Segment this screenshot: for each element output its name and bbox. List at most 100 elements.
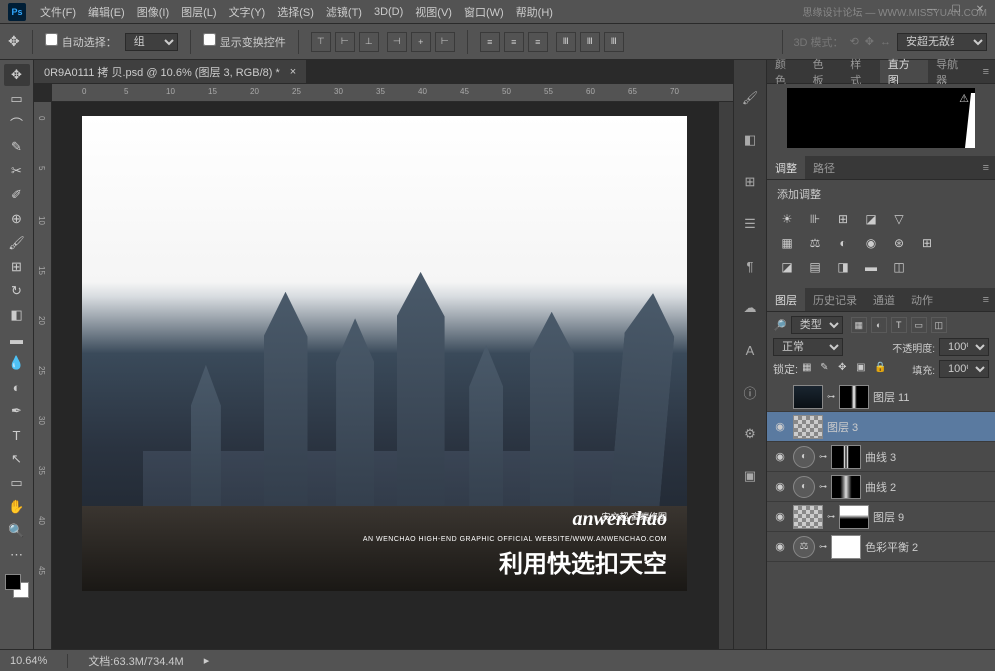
lock-all-icon[interactable]: 🔒 [874,362,888,376]
align-vcenter-icon[interactable]: ⊢ [335,32,355,52]
photo-filter-icon[interactable]: ◉ [861,234,881,252]
hand-tool-icon[interactable]: ✋ [4,496,30,518]
canvas-viewport[interactable]: anwenchao 安文超 高端修图 AN WENCHAO HIGH-END G… [52,102,719,649]
filter-adjust-icon[interactable]: ◐ [871,317,887,333]
layer-thumb[interactable]: ⚖ [793,536,815,558]
tab-close-icon[interactable]: × [290,66,296,78]
marquee-tool-icon[interactable]: ▭ [4,88,30,110]
layer-thumb[interactable] [793,385,823,409]
layer-thumb[interactable]: ◐ [793,476,815,498]
visibility-icon[interactable]: ◉ [771,480,789,493]
brightness-icon[interactable]: ☀ [777,210,797,228]
bw-icon[interactable]: ◐ [833,234,853,252]
dist-top-icon[interactable]: ≡ [480,32,500,52]
dist-vcenter-icon[interactable]: ≡ [504,32,524,52]
layer-mask[interactable] [831,535,861,559]
layer-comps-icon[interactable]: ☰ [740,214,760,234]
menu-3d[interactable]: 3D(D) [368,6,409,18]
filter-smart-icon[interactable]: ◫ [931,317,947,333]
tab-histogram[interactable]: 直方图 [880,60,928,83]
menu-image[interactable]: 图像(I) [131,4,175,20]
heal-tool-icon[interactable]: ⊕ [4,208,30,230]
panel-menu-icon[interactable]: ≡ [977,162,995,174]
stamp-tool-icon[interactable]: ⊞ [4,256,30,278]
layer-mask[interactable] [839,505,869,529]
info-icon[interactable]: ⓘ [740,382,760,402]
auto-select-dropdown[interactable]: 组 [125,33,178,51]
visibility-icon[interactable]: ◉ [771,420,789,433]
maximize-icon[interactable]: ☐ [945,2,967,17]
tab-swatches[interactable]: 色板 [805,60,843,83]
brush-panel-icon[interactable]: 🖌 [740,88,760,108]
layer-mask[interactable] [831,445,861,469]
align-top-icon[interactable]: ⊤ [311,32,331,52]
quick-select-tool-icon[interactable]: ✎ [4,136,30,158]
properties-icon[interactable]: ⚙ [740,424,760,444]
blend-mode-select[interactable]: 正常 [773,338,843,356]
dist-hcenter-icon[interactable]: Ⅲ [580,32,600,52]
menu-file[interactable]: 文件(F) [34,4,82,20]
layer-row[interactable]: ◉ ⊶ 图层 9 [767,502,995,532]
eyedropper-tool-icon[interactable]: ✐ [4,184,30,206]
dist-left-icon[interactable]: Ⅲ [556,32,576,52]
layer-row[interactable]: ◉ ◐ ⊶ 曲线 3 [767,442,995,472]
tab-color[interactable]: 颜色 [767,60,805,83]
layer-mask[interactable] [839,385,869,409]
lookup-icon[interactable]: ⊞ [917,234,937,252]
document-tab[interactable]: 0R9A0111 拷 贝.psd @ 10.6% (图层 3, RGB/8) *… [34,60,306,84]
layer-row[interactable]: ◉ 图层 3 [767,412,995,442]
channel-mixer-icon[interactable]: ⊛ [889,234,909,252]
filter-search-icon[interactable]: 🔎 [773,319,787,332]
align-right-icon[interactable]: ⊢ [435,32,455,52]
levels-icon[interactable]: ⊪ [805,210,825,228]
orbit-3d-icon[interactable]: ⟲ [850,35,859,48]
layer-name[interactable]: 曲线 3 [865,449,991,465]
menu-view[interactable]: 视图(V) [409,4,458,20]
brush-tool-icon[interactable]: 🖌 [4,232,30,254]
dist-right-icon[interactable]: Ⅲ [604,32,624,52]
align-left-icon[interactable]: ⊣ [387,32,407,52]
filter-pixel-icon[interactable]: ▦ [851,317,867,333]
path-select-tool-icon[interactable]: ↖ [4,448,30,470]
threshold-icon[interactable]: ◨ [833,258,853,276]
tab-styles[interactable]: 样式 [842,60,880,83]
visibility-icon[interactable]: ◉ [771,540,789,553]
menu-help[interactable]: 帮助(H) [510,4,559,20]
menu-filter[interactable]: 滤镜(T) [320,4,368,20]
filter-text-icon[interactable]: T [891,317,907,333]
tab-paths[interactable]: 路径 [805,156,843,179]
character-icon[interactable]: A [740,340,760,360]
gradient-map-icon[interactable]: ▬ [861,258,881,276]
show-transform-checkbox[interactable]: 显示变换控件 [203,33,286,50]
tab-layers[interactable]: 图层 [767,288,805,311]
dodge-tool-icon[interactable]: ◐ [4,376,30,398]
align-bottom-icon[interactable]: ⊥ [359,32,379,52]
lock-artboard-icon[interactable]: ▣ [856,362,870,376]
histogram-warning-icon[interactable]: ⚠ [959,92,969,105]
lasso-tool-icon[interactable]: ⌒ [4,112,30,134]
tab-navigator[interactable]: 导航器 [928,60,976,83]
balance-icon[interactable]: ⚖ [805,234,825,252]
fill-input[interactable]: 100% [939,360,989,378]
ruler-vertical[interactable]: 051015202530354045 [34,102,52,649]
layer-row[interactable]: ◉ ⚖ ⊶ 色彩平衡 2 [767,532,995,562]
vibrance-icon[interactable]: ▽ [889,210,909,228]
menu-edit[interactable]: 编辑(E) [82,4,131,20]
text-tool-icon[interactable]: T [4,424,30,446]
layer-name[interactable]: 曲线 2 [865,479,991,495]
panel-menu-icon[interactable]: ≡ [977,294,995,306]
lock-position-icon[interactable]: ✎ [820,362,834,376]
edit-toolbar-icon[interactable]: ⋯ [4,544,30,566]
close-icon[interactable]: ✕ [969,2,991,17]
menu-layer[interactable]: 图层(L) [175,4,222,20]
crop-tool-icon[interactable]: ✂ [4,160,30,182]
visibility-icon[interactable]: ◉ [771,510,789,523]
layer-thumb[interactable] [793,415,823,439]
scrollbar-vertical[interactable] [719,102,733,649]
ruler-horizontal[interactable]: 0510152025303540455055606570 [52,84,733,102]
layer-thumb[interactable]: ◐ [793,446,815,468]
paragraph-icon[interactable]: ¶ [740,256,760,276]
blur-tool-icon[interactable]: 💧 [4,352,30,374]
visibility-icon[interactable]: ◉ [771,450,789,463]
menu-select[interactable]: 选择(S) [271,4,320,20]
